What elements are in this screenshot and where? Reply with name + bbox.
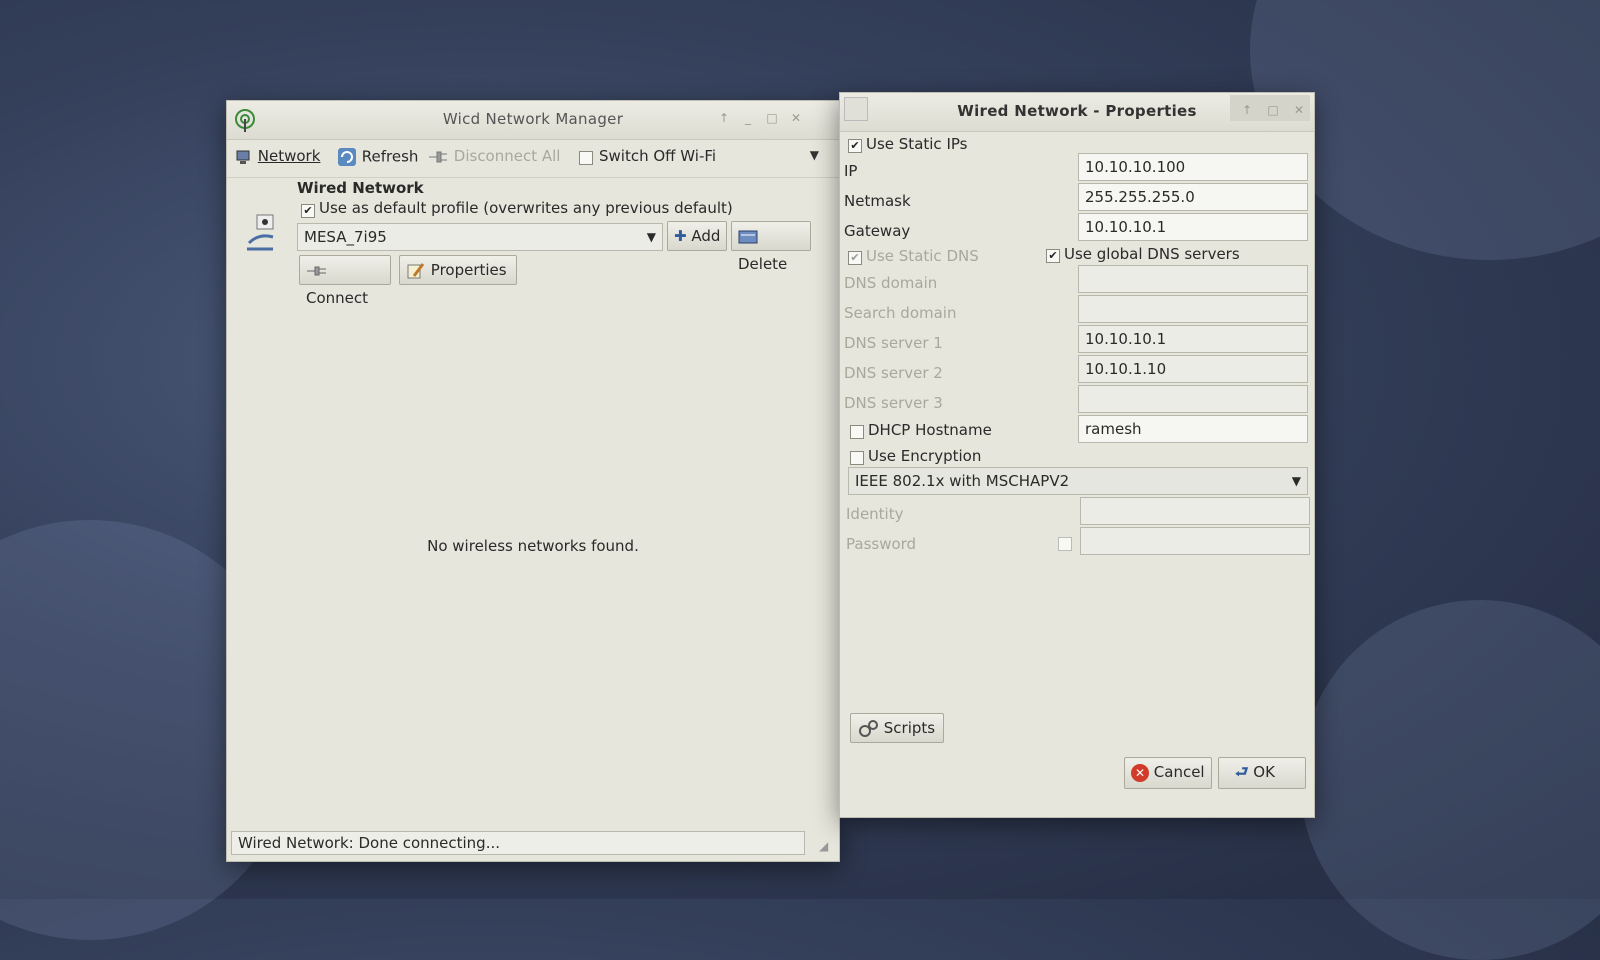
cancel-icon: ✕ [1131,763,1149,782]
search-domain-label: Search domain [844,304,957,322]
plus-icon: ✚ [674,227,687,245]
ok-button[interactable]: ⮐ OK [1218,757,1306,789]
disconnect-all-label: Disconnect All [453,147,561,165]
cancel-button[interactable]: ✕ Cancel [1124,757,1212,789]
scripts-label: Scripts [883,719,936,737]
ip-field[interactable]: 10.10.10.100 [1078,153,1308,181]
plug-icon [429,151,447,162]
delete-label: Delete [738,255,788,273]
gateway-field[interactable]: 10.10.10.1 [1078,213,1308,241]
refresh-button[interactable]: Refresh [337,147,418,167]
gateway-label: Gateway [844,222,911,240]
maximize-icon[interactable]: □ [765,111,779,125]
ok-arrow-icon: ⮐ [1235,763,1249,781]
use-global-dns-label: Use global DNS servers [1064,245,1240,263]
status-bar: Wired Network: Done connecting... [231,831,805,855]
default-profile-checkbox[interactable]: ✔ [301,204,315,218]
refresh-label: Refresh [361,147,419,166]
netmask-field[interactable]: 255.255.255.0 [1078,183,1308,211]
add-profile-button[interactable]: ✚ Add [667,221,727,251]
dns-server-3-label: DNS server 3 [844,394,943,412]
dns-domain-field[interactable] [1078,265,1308,293]
wallpaper-shape [1300,600,1600,960]
password-field[interactable] [1080,527,1310,555]
disconnect-all-button[interactable]: Disconnect All [427,147,560,166]
dns-server-2-field[interactable]: 10.10.1.10 [1078,355,1308,383]
use-encryption-checkbox[interactable] [850,451,864,465]
netmask-label: Netmask [844,192,911,210]
delete-icon [738,230,758,243]
use-global-dns-checkbox[interactable]: ✔ [1046,249,1060,263]
dns-server-3-field[interactable] [1078,385,1308,413]
connect-button[interactable]: Connect [299,255,391,307]
connect-label: Connect [306,289,369,307]
network-menu-button[interactable]: Network [235,147,320,166]
refresh-icon [338,148,356,166]
minimize-icon[interactable]: _ [741,111,755,125]
switch-off-wifi-checkbox[interactable] [579,151,593,165]
pin-icon[interactable]: ↑ [1240,103,1254,117]
pin-icon[interactable]: ↑ [717,111,731,125]
gears-icon [859,719,878,737]
identity-label: Identity [846,505,904,523]
network-menu-label: Network [257,147,321,165]
dns-domain-label: DNS domain [844,274,938,292]
dns-server-1-label: DNS server 1 [844,334,943,352]
ok-label: OK [1253,763,1275,781]
cancel-label: Cancel [1153,763,1205,781]
network-icon [236,150,250,164]
dns-server-2-label: DNS server 2 [844,364,943,382]
wired-network-heading: Wired Network [297,179,424,197]
dns-server-1-field[interactable]: 10.10.10.1 [1078,325,1308,353]
dhcp-hostname-field[interactable]: ramesh [1078,415,1308,443]
show-password-checkbox[interactable] [1058,537,1072,551]
wired-connection-icon [247,214,274,251]
use-static-dns-checkbox[interactable]: ✔ [848,251,862,265]
add-label: Add [691,227,721,245]
chevron-down-icon: ▼ [646,230,656,244]
properties-label: Properties [430,261,507,279]
use-static-ips-label: Use Static IPs [866,135,968,153]
close-icon[interactable]: ✕ [789,111,803,125]
manager-toolbar: Network Refresh Disconnect All Switch Of… [227,139,839,178]
profile-select[interactable]: MESA_7i95 ▼ [297,223,663,251]
plug-icon [307,266,326,275]
encryption-type-select[interactable]: IEEE 802.1x with MSCHAPV2 ▼ [848,467,1308,495]
dhcp-hostname-label: DHCP Hostname [868,421,992,439]
use-static-dns-label: Use Static DNS [866,247,979,265]
identity-field[interactable] [1080,497,1310,525]
ip-label: IP [844,162,858,180]
delete-profile-button[interactable]: Delete [731,221,811,273]
password-label: Password [846,535,917,553]
profile-value: MESA_7i95 [304,228,387,246]
resize-grip-icon[interactable]: ◢ [819,839,835,855]
no-networks-message: No wireless networks found. [427,537,639,555]
dhcp-hostname-checkbox[interactable] [850,425,864,439]
properties-titlebar[interactable]: Wired Network - Properties ↑ □ ✕ [840,93,1314,132]
close-icon[interactable]: ✕ [1292,103,1306,117]
chevron-down-icon: ▼ [1291,474,1301,488]
use-static-ips-checkbox[interactable]: ✔ [848,139,862,153]
properties-button[interactable]: Properties [399,255,517,285]
encryption-type-value: IEEE 802.1x with MSCHAPV2 [855,472,1070,490]
switch-off-wifi-label: Switch Off Wi-Fi [599,147,717,165]
use-encryption-label: Use Encryption [868,447,982,465]
properties-window: Wired Network - Properties ↑ □ ✕ ✔ Use S… [839,92,1315,818]
scripts-button[interactable]: Scripts [850,713,944,743]
search-domain-field[interactable] [1078,295,1308,323]
wicd-manager-window: Wicd Network Manager ↑ _ □ ✕ Network Ref… [226,100,840,862]
maximize-icon[interactable]: □ [1266,103,1280,117]
manager-titlebar[interactable]: Wicd Network Manager ↑ _ □ ✕ [227,101,839,140]
edit-icon [407,262,425,278]
default-profile-label: Use as default profile (overwrites any p… [319,199,733,217]
toolbar-overflow-icon[interactable]: ▼ [810,148,819,162]
